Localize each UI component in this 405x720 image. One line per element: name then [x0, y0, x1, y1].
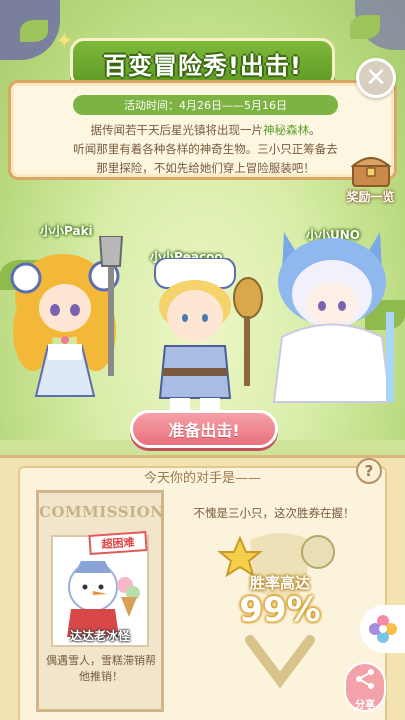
sparkle-icon: ✦ — [55, 29, 74, 54]
enemy-name: 达达老冰怪 — [69, 629, 130, 643]
help-button[interactable]: ? — [356, 458, 382, 484]
desc-text: 那里探险，不如先给她们穿上冒险服装吧！ — [96, 161, 315, 175]
close-icon: ✕ — [365, 63, 387, 93]
flower-menu-button[interactable] — [360, 605, 405, 653]
question-icon: ? — [364, 462, 374, 480]
ready-button[interactable]: 准备出击! — [130, 410, 278, 448]
enemy-description: 偶遇雪人，雪糕滞销帮他推销！ — [46, 654, 156, 683]
reward-list-button[interactable]: 奖励一览 — [336, 188, 405, 205]
event-info-panel: 活动时间：4月26日——5月16日 据传闻若干天后星光镇将出现一片神秘森林。 听… — [8, 80, 397, 180]
treasure-chest-icon[interactable] — [350, 150, 392, 190]
win-rate-value: 99% — [239, 590, 321, 630]
event-description: 据传闻若干天后星光镇将出现一片神秘森林。 听闻那里有着各种各样的神奇生物。三小只… — [27, 121, 384, 178]
desc-highlight: 神秘森林 — [263, 123, 309, 137]
character-uno[interactable] — [262, 222, 405, 407]
share-label: 分享 — [355, 700, 375, 711]
win-description: 不愧是三小只，这次胜券在握！ — [193, 506, 355, 520]
share-icon — [356, 669, 374, 689]
desc-text: 。 — [309, 123, 321, 137]
opponent-title: 今天你的对手是—— — [143, 471, 261, 486]
flower-icon — [368, 615, 397, 643]
event-date: 活动时间：4月26日——5月16日 — [73, 95, 338, 115]
leaf-decoration — [350, 15, 380, 39]
difficulty-badge: 超困难 — [88, 531, 148, 555]
commission-title: COMMISSION — [39, 503, 165, 521]
commission-card[interactable]: COMMISSION 超困难 达达老冰怪 偶遇雪人，雪糕滞销帮他推销！ — [36, 490, 164, 712]
character-paki[interactable] — [8, 236, 138, 406]
leaf-decoration — [20, 20, 48, 42]
desc-text: 听闻那里有着各种各样的神奇生物。三小只正筹备去 — [73, 142, 338, 156]
character-peacoo[interactable] — [130, 258, 270, 418]
event-title: 百变冒险秀!出击! — [103, 51, 302, 80]
desc-text: 据传闻若干天后星光镇将出现一片 — [90, 123, 264, 137]
close-button[interactable]: ✕ — [356, 58, 396, 98]
